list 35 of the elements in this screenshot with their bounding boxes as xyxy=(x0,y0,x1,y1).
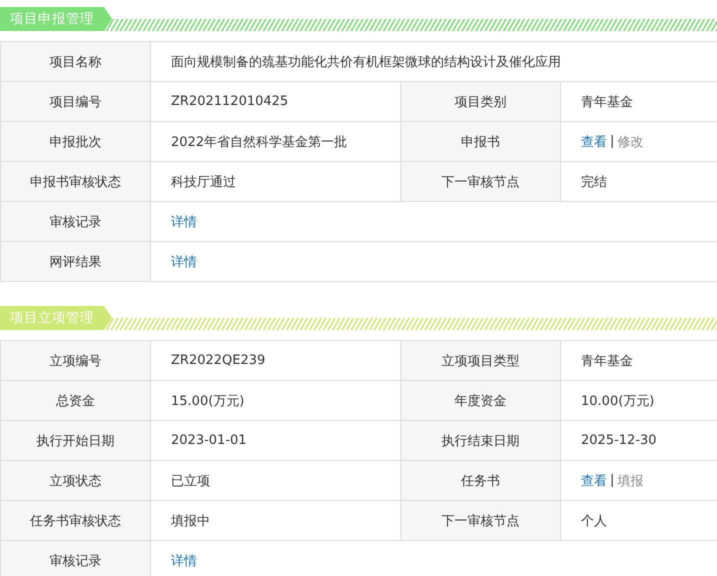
link[interactable]: 查看 xyxy=(581,132,607,150)
field-label: 执行结束日期 xyxy=(401,421,561,461)
field-label: 任务书审核状态 xyxy=(1,501,151,541)
field-label: 项目类别 xyxy=(401,82,561,122)
field-label: 审核记录 xyxy=(1,202,151,242)
field-label: 总资金 xyxy=(1,381,151,421)
field-value: 10.00(万元) xyxy=(561,381,717,421)
section-title: 项目立项管理 xyxy=(0,306,112,330)
link[interactable]: 详情 xyxy=(171,552,197,570)
field-label: 任务书 xyxy=(401,461,561,501)
section-title: 项目申报管理 xyxy=(0,7,112,31)
link[interactable]: 详情 xyxy=(171,252,197,270)
link[interactable]: 查看 xyxy=(581,472,607,490)
separator: | xyxy=(610,134,614,149)
field-value: 2025-12-30 xyxy=(561,421,717,461)
field-label: 项目名称 xyxy=(1,42,151,82)
field-label: 下一审核节点 xyxy=(401,162,561,202)
field-label: 立项编号 xyxy=(1,341,151,381)
field-value: 青年基金 xyxy=(561,82,717,122)
field-label: 审核记录 xyxy=(1,541,151,576)
field-label: 立项状态 xyxy=(1,461,151,501)
field-value: 青年基金 xyxy=(561,341,717,381)
field-value: 个人 xyxy=(561,501,717,541)
field-label: 立项项目类型 xyxy=(401,341,561,381)
separator: | xyxy=(610,473,614,488)
field-label: 年度资金 xyxy=(401,381,561,421)
field-label: 申报书审核状态 xyxy=(1,162,151,202)
field-label: 网评结果 xyxy=(1,242,151,282)
field-value: 完结 xyxy=(561,162,717,202)
link[interactable]: 详情 xyxy=(171,212,197,230)
field-label: 申报批次 xyxy=(1,122,151,162)
field-label: 下一审核节点 xyxy=(401,501,561,541)
field-label: 申报书 xyxy=(401,122,561,162)
field-label: 执行开始日期 xyxy=(1,421,151,461)
field-label: 项目编号 xyxy=(1,82,151,122)
